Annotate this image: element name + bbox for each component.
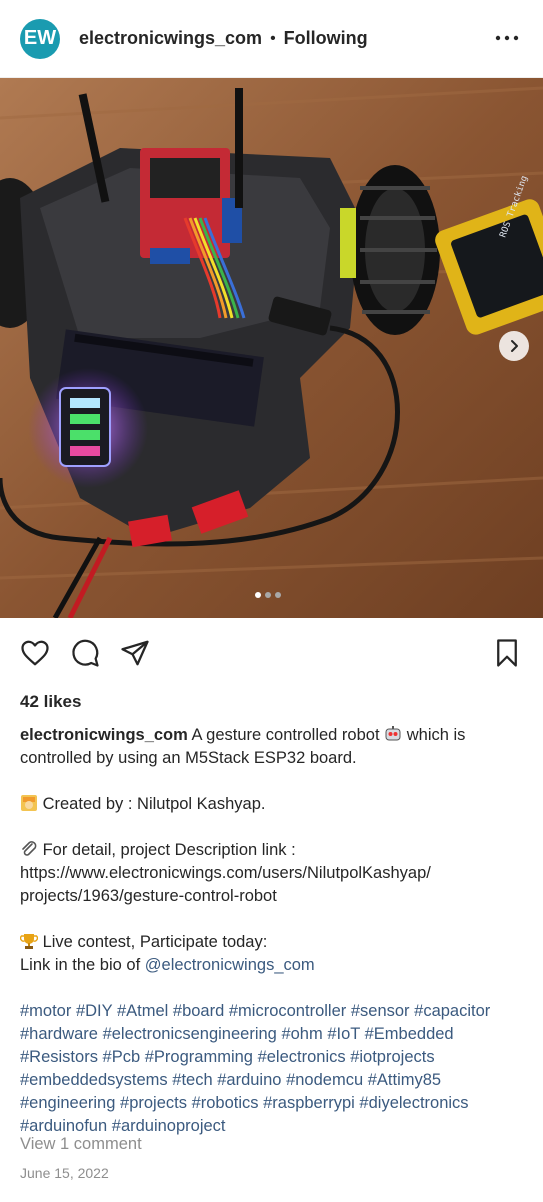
hashtag-link[interactable]: #DIY xyxy=(76,1002,112,1020)
carousel-dot xyxy=(275,592,281,598)
trophy-emoji-icon xyxy=(20,934,38,949)
hashtag-link[interactable]: #ohm xyxy=(281,1025,322,1043)
post-caption: electronicwings_com A gesture controlled… xyxy=(20,724,520,1138)
robot-emoji-icon xyxy=(385,726,401,741)
bookmark-icon xyxy=(497,639,517,667)
caption-username[interactable]: electronicwings_com xyxy=(20,726,188,744)
hashtag-link[interactable]: #Pcb xyxy=(103,1048,141,1066)
bio-mention-link[interactable]: @electronicwings_com xyxy=(145,956,315,974)
caption-contest-line: Live contest, Participate today: Link in… xyxy=(20,931,520,977)
post-image[interactable]: ROS Tracking xyxy=(0,78,543,618)
paperclip-emoji-icon xyxy=(22,841,37,856)
likes-count[interactable]: 42 likes xyxy=(20,692,81,712)
hashtag-link[interactable]: #arduinoproject xyxy=(112,1117,226,1135)
carousel-indicator xyxy=(255,592,281,598)
view-comments-link[interactable]: View 1 comment xyxy=(20,1135,142,1154)
separator-dot: • xyxy=(270,29,276,47)
hashtag-link[interactable]: #Atmel xyxy=(117,1002,168,1020)
hashtag-link[interactable]: #arduinofun xyxy=(20,1117,107,1135)
post-author-username[interactable]: electronicwings_com xyxy=(79,28,262,49)
carousel-dot xyxy=(265,592,271,598)
post-date: June 15, 2022 xyxy=(20,1165,109,1181)
hashtag-link[interactable]: #motor xyxy=(20,1002,71,1020)
following-button[interactable]: Following xyxy=(284,28,368,49)
carousel-next-button[interactable] xyxy=(499,331,529,361)
hashtag-link[interactable]: #embeddedsystems xyxy=(20,1071,168,1089)
hashtag-link[interactable]: #sensor xyxy=(351,1002,410,1020)
detail-url: https://www.electronicwings.com/users/Ni… xyxy=(20,864,431,882)
hashtag-link[interactable]: #projects xyxy=(120,1094,187,1112)
hashtag-link[interactable]: #board xyxy=(173,1002,224,1020)
created-by-text: Created by : Nilutpol Kashyap. xyxy=(42,795,266,813)
more-options-icon[interactable] xyxy=(495,28,519,48)
worker-emoji-icon xyxy=(21,795,37,811)
hashtag-link[interactable]: #microcontroller xyxy=(229,1002,346,1020)
hashtag-link[interactable]: #hardware xyxy=(20,1025,98,1043)
caption-intro: electronicwings_com A gesture controlled… xyxy=(20,724,520,770)
detail-label: For detail, project Description link : xyxy=(42,841,296,859)
caption-detail-line: For detail, project Description link : h… xyxy=(20,839,520,908)
hashtag-link[interactable]: #iotprojects xyxy=(350,1048,434,1066)
hashtag-link[interactable]: #robotics xyxy=(192,1094,259,1112)
carousel-dot xyxy=(255,592,261,598)
detail-url-cont: projects/1963/gesture-control-robot xyxy=(20,887,277,905)
hashtag-link[interactable]: #arduino xyxy=(217,1071,281,1089)
send-icon xyxy=(121,640,149,666)
hashtag-link[interactable]: #electronicsengineering xyxy=(103,1025,277,1043)
comment-button[interactable] xyxy=(70,638,102,674)
hashtag-link[interactable]: #diyelectronics xyxy=(359,1094,468,1112)
post-header: EW electronicwings_com • Following xyxy=(0,0,543,78)
post-actions xyxy=(0,638,543,674)
hashtag-link[interactable]: #tech xyxy=(172,1071,212,1089)
save-button[interactable] xyxy=(492,638,524,674)
hashtag-link[interactable]: #engineering xyxy=(20,1094,115,1112)
chevron-right-icon xyxy=(511,340,518,352)
share-button[interactable] xyxy=(120,638,152,674)
hashtag-link[interactable]: #raspberrypi xyxy=(263,1094,355,1112)
robot-photo: ROS Tracking xyxy=(0,78,543,618)
caption-created-line: Created by : Nilutpol Kashyap. xyxy=(20,793,520,816)
hashtag-link[interactable]: #nodemcu xyxy=(286,1071,363,1089)
hashtags: #motor #DIY #Atmel #board #microcontroll… xyxy=(20,1000,520,1138)
bio-text: Link in the bio of xyxy=(20,956,141,974)
hashtag-link[interactable]: #electronics xyxy=(258,1048,346,1066)
comment-icon xyxy=(72,639,99,667)
contest-text: Live contest, Participate today: xyxy=(42,933,268,951)
heart-icon xyxy=(21,640,49,666)
hashtag-link[interactable]: #Resistors xyxy=(20,1048,98,1066)
hashtag-link[interactable]: #capacitor xyxy=(414,1002,490,1020)
hashtag-link[interactable]: #Attimy85 xyxy=(368,1071,441,1089)
avatar[interactable]: EW xyxy=(20,18,60,59)
hashtag-link[interactable]: #Programming xyxy=(145,1048,253,1066)
hashtag-link[interactable]: #Embedded xyxy=(365,1025,454,1043)
like-button[interactable] xyxy=(20,638,52,674)
caption-text: A gesture controlled robot xyxy=(191,726,380,744)
hashtag-link[interactable]: #IoT xyxy=(327,1025,360,1043)
